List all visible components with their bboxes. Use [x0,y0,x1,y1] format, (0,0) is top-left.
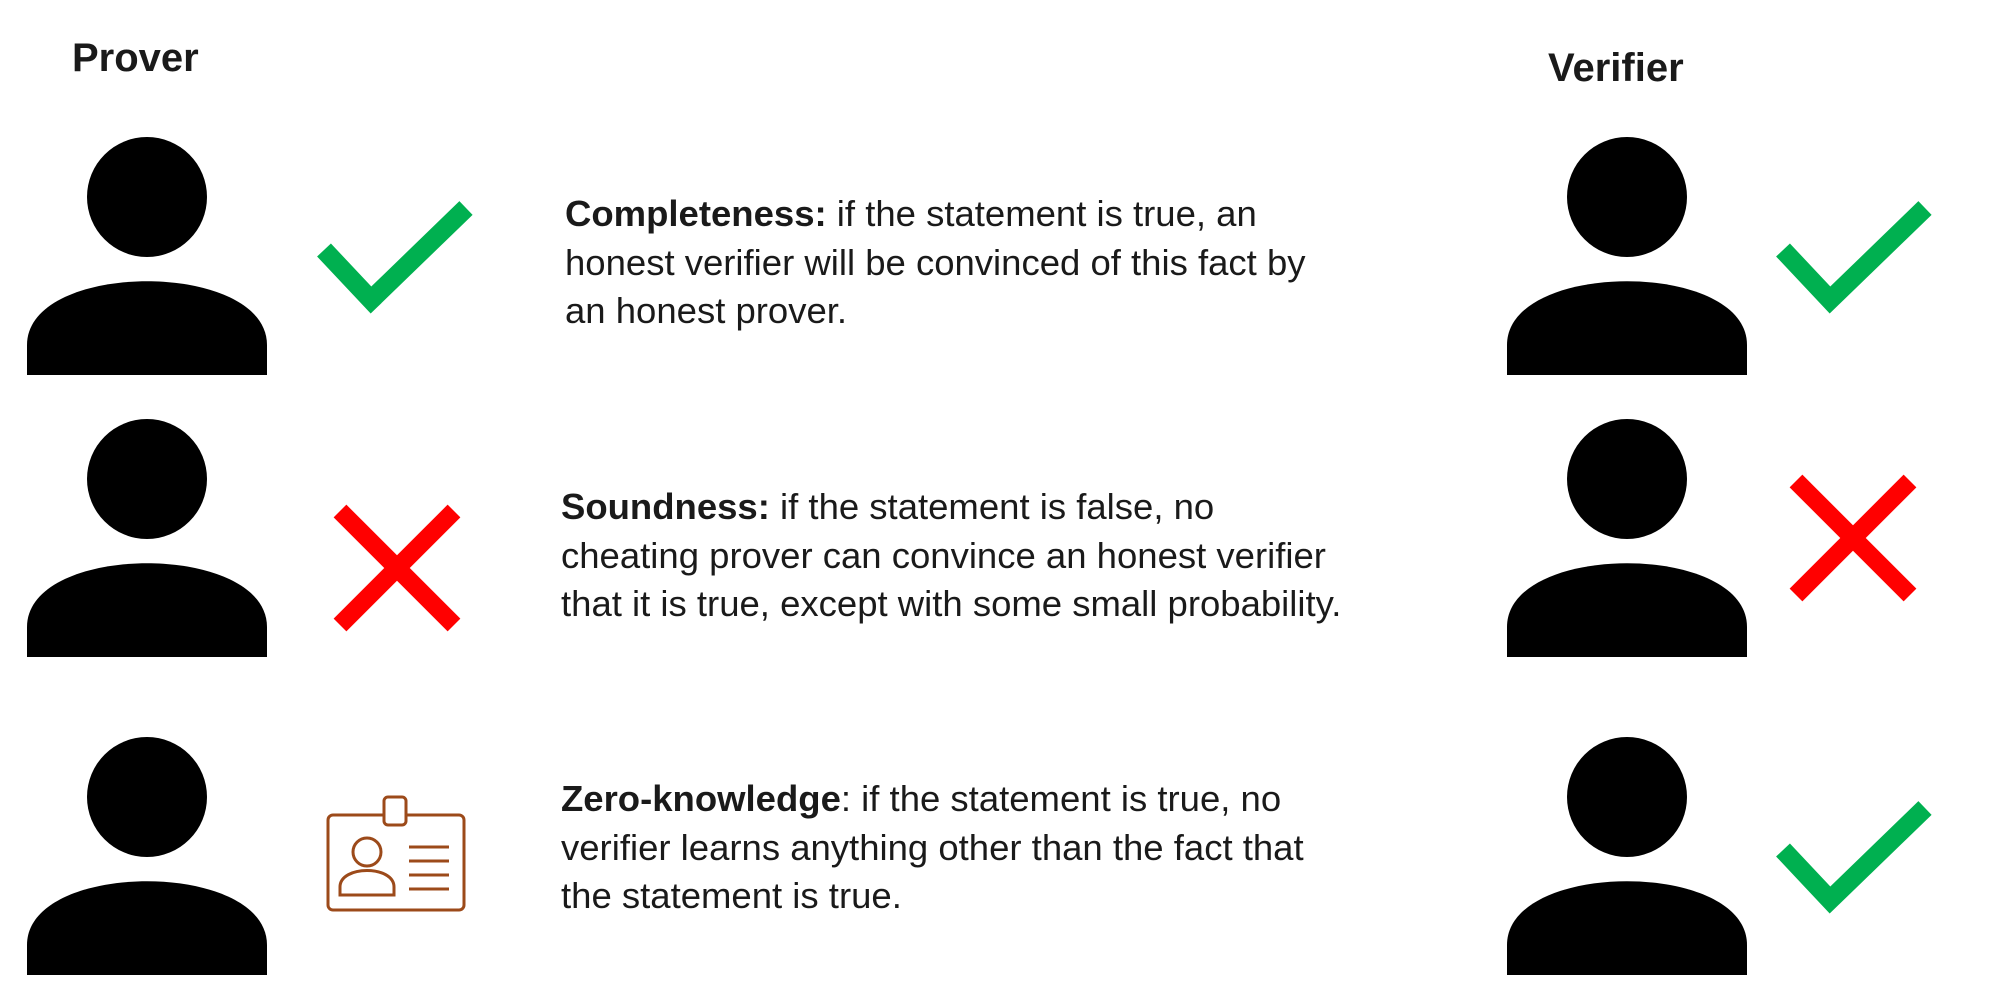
prover-person-icon [27,137,267,375]
prover-cross-icon [333,504,461,632]
zkp-properties-diagram: Prover Verifier Completeness: if the sta… [0,0,2000,1004]
prover-person-icon [27,419,267,657]
verifier-check-icon [1776,201,1932,314]
soundness-description: Soundness: if the statement is false, no… [561,486,1342,624]
prover-header: Prover [72,36,199,80]
id-badge-icon [326,795,466,912]
verifier-person-icon [1507,737,1747,975]
prover-person-icon [27,737,267,975]
soundness-term: Soundness: [561,486,770,527]
completeness-description: Completeness: if the statement is true, … [565,193,1306,331]
verifier-check-icon [1776,801,1932,914]
verifier-header: Verifier [1548,46,1684,90]
prover-check-icon [317,201,473,314]
zero-knowledge-term: Zero-knowledge [561,778,841,819]
verifier-person-icon [1507,419,1747,657]
zero-knowledge-description: Zero-knowledge: if the statement is true… [561,778,1304,916]
completeness-term: Completeness: [565,193,827,234]
verifier-person-icon [1507,137,1747,375]
verifier-cross-icon [1789,474,1917,602]
